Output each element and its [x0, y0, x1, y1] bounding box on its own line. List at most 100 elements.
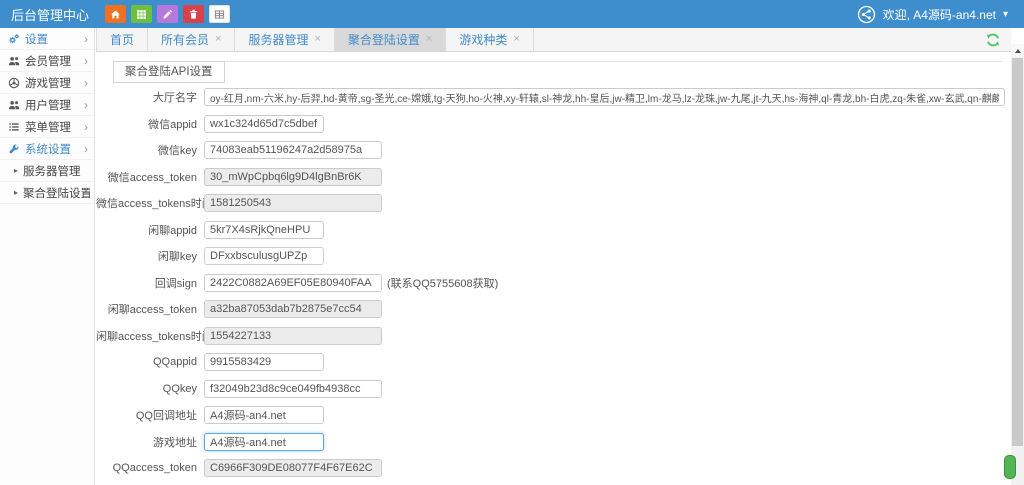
tab-label: 所有会员	[161, 31, 209, 48]
form-row: 大厅名字	[96, 88, 1011, 106]
form-row: 闲聊access_tokens时间	[96, 327, 1011, 345]
form-row: QQkey	[96, 380, 1011, 398]
user-menu[interactable]: 欢迎, A4源码-an4.net ▾	[857, 5, 1024, 24]
input-xianliao-appid[interactable]	[204, 221, 324, 239]
sidebar-subitem-label: 服务器管理	[23, 163, 81, 179]
form-row: QQappid	[96, 353, 1011, 371]
input-wechat-appid[interactable]	[204, 115, 324, 133]
tab-all-members[interactable]: 所有会员 ×	[148, 28, 235, 51]
tab-close-icon[interactable]: ×	[314, 34, 320, 45]
pencil-button[interactable]	[157, 5, 178, 23]
trash-button[interactable]	[183, 5, 204, 23]
scrollbar-thumb[interactable]	[1012, 58, 1023, 446]
welcome-text: 欢迎, A4源码-an4.net	[883, 6, 996, 23]
form-label: QQ回调地址	[96, 407, 204, 423]
scroll-up-button[interactable]	[1011, 44, 1024, 57]
home-icon	[110, 9, 121, 20]
ball-icon	[8, 77, 20, 89]
input-wechat-key[interactable]	[204, 141, 382, 159]
sidebar-item-label: 系统设置	[25, 141, 71, 157]
form-row: 闲聊access_token	[96, 300, 1011, 318]
input-xianliao-key[interactable]	[204, 247, 324, 265]
table-button[interactable]	[209, 5, 230, 23]
inner-scrollbar-thumb[interactable]	[1004, 455, 1016, 479]
sidebar-item-members[interactable]: 会员管理 ›	[0, 50, 94, 72]
chevron-right-icon: ›	[84, 143, 88, 155]
input-callback-sign[interactable]	[204, 274, 382, 292]
form-row: 回调sign (联系QQ5755608获取)	[96, 274, 1011, 292]
chevron-right-icon: ›	[84, 121, 88, 133]
form-row: 闲聊appid	[96, 221, 1011, 239]
tab-label: 游戏种类	[459, 31, 507, 48]
input-wechat-access-token	[204, 168, 382, 186]
sidebar-subitem-server-management[interactable]: ▸ 服务器管理	[0, 160, 94, 182]
sidebar-item-label: 用户管理	[25, 97, 71, 113]
caret-down-icon: ▾	[1003, 9, 1008, 20]
tab-aggregate-login[interactable]: 聚合登陆设置 ×	[335, 28, 446, 51]
tab-label: 服务器管理	[248, 31, 308, 48]
sidebar-item-settings[interactable]: 设置 ›	[0, 28, 94, 50]
content-panel: 聚合登陆API设置 大厅名字 微信appid 微信key 微信access_to…	[96, 52, 1011, 485]
sidebar-item-label: 游戏管理	[25, 75, 71, 91]
triangle-right-icon: ▸	[14, 166, 18, 175]
triangle-right-icon: ▸	[14, 188, 18, 197]
sidebar-item-users[interactable]: 用户管理 ›	[0, 94, 94, 116]
sidebar-subitem-label: 聚合登陆设置	[23, 185, 90, 201]
share-circle-icon	[857, 5, 876, 24]
sidebar-item-label: 菜单管理	[25, 119, 71, 135]
users-icon	[8, 55, 20, 67]
home-button[interactable]	[105, 5, 126, 23]
sidebar-item-games[interactable]: 游戏管理 ›	[0, 72, 94, 94]
tab-home[interactable]: 首页	[96, 28, 148, 51]
form-label: 闲聊key	[96, 248, 204, 264]
wrench-icon	[8, 143, 20, 155]
input-hall-name[interactable]	[204, 88, 1005, 106]
sidebar-subitem-aggregate-login-settings[interactable]: ▸ 聚合登陆设置	[0, 182, 94, 204]
tab-label: 聚合登陆设置	[348, 31, 420, 48]
form-row: 微信access_token	[96, 168, 1011, 186]
form-label: QQaccess_token	[96, 462, 204, 474]
sidebar-item-label: 会员管理	[25, 53, 71, 69]
input-game-address[interactable]	[204, 433, 324, 451]
form-label: 微信appid	[96, 116, 204, 132]
form-row: 微信appid	[96, 115, 1011, 133]
grid-icon	[136, 9, 147, 20]
form-label: 游戏地址	[96, 434, 204, 450]
chevron-right-icon: ›	[84, 99, 88, 111]
sidebar-item-label: 设置	[25, 31, 48, 47]
form-label: 闲聊access_tokens时间	[96, 328, 204, 344]
input-qq-appid[interactable]	[204, 353, 324, 371]
sidebar: 设置 › 会员管理 › 游戏管理 › 用户管理 › 菜单管理 › 系统设置 › …	[0, 28, 95, 485]
main-area: 首页 所有会员 × 服务器管理 × 聚合登陆设置 × 游戏种类 × 聚合登陆AP…	[96, 28, 1011, 485]
input-wechat-access-tokens-time	[204, 194, 382, 212]
tab-close-icon[interactable]: ×	[215, 34, 221, 45]
input-qq-callback-address[interactable]	[204, 406, 324, 424]
sidebar-item-system[interactable]: 系统设置 ›	[0, 138, 94, 160]
form-row: 微信access_tokens时间	[96, 194, 1011, 212]
users-icon	[8, 99, 20, 111]
arrow-up-icon	[1015, 46, 1021, 53]
app-title: 后台管理中心	[0, 5, 105, 24]
form-label: 回调sign	[96, 275, 204, 291]
table-icon	[214, 9, 225, 20]
trash-icon	[188, 9, 199, 20]
form-label: 闲聊appid	[96, 222, 204, 238]
field-hint: (联系QQ5755608获取)	[387, 275, 498, 291]
tab-label: 首页	[110, 31, 134, 48]
grid-button[interactable]	[131, 5, 152, 23]
tab-close-icon[interactable]: ×	[426, 34, 432, 45]
tab-close-icon[interactable]: ×	[513, 34, 519, 45]
sidebar-menu: 设置 › 会员管理 › 游戏管理 › 用户管理 › 菜单管理 › 系统设置 › …	[0, 28, 94, 204]
input-qq-key[interactable]	[204, 380, 382, 398]
tab-server-management[interactable]: 服务器管理 ×	[235, 28, 334, 51]
tab-game-types[interactable]: 游戏种类 ×	[446, 28, 533, 51]
sidebar-item-menus[interactable]: 菜单管理 ›	[0, 116, 94, 138]
form-row: 闲聊key	[96, 247, 1011, 265]
api-settings-panel-tab[interactable]: 聚合登陆API设置	[113, 61, 225, 83]
form-label: 大厅名字	[96, 89, 204, 105]
chevron-right-icon: ›	[84, 77, 88, 89]
form-row: QQ回调地址	[96, 406, 1011, 424]
input-qq-access-token	[204, 459, 382, 477]
refresh-button[interactable]	[985, 32, 1001, 48]
tab-bar: 首页 所有会员 × 服务器管理 × 聚合登陆设置 × 游戏种类 ×	[96, 28, 1011, 52]
